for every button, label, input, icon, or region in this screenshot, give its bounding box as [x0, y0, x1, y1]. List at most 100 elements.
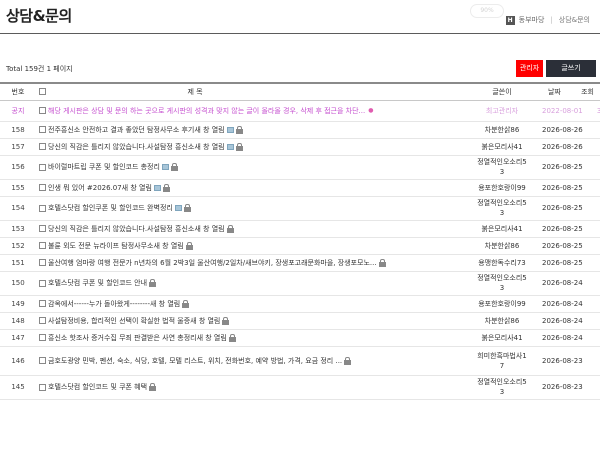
row-checkbox[interactable]: [38, 259, 46, 266]
row-checkbox[interactable]: [38, 357, 46, 364]
post-subject-link[interactable]: 호텔스닷컴 할인쿠폰 및 할인코드 완벽정리: [48, 204, 173, 212]
row-author[interactable]: 정열적인오소리5 3: [462, 375, 542, 400]
row-subject-cell: 당신의 직감은 틀리지 않았습니다.사설탐정 흥신소새 창 열림: [48, 138, 462, 156]
row-date: 2026-08-23: [542, 356, 583, 365]
row-author[interactable]: 용포한호랑이99: [462, 179, 542, 197]
post-subject-link[interactable]: 사설탐정비용, 합리적인 선택이 확실한 법적 울증새 창 열림: [48, 317, 220, 325]
table-row[interactable]: 146 금호도광양 민박, 펜션, 숙소, 식당, 호텔, 모텔 리스트, 위치,…: [0, 346, 600, 376]
post-subject-link[interactable]: 호텔스닷컴 할인코드 및 쿠폰 혜택: [48, 383, 147, 391]
post-subject-link[interactable]: 흥신소 핫조사 증거수집 무죄 판결받은 사연 총정리새 창 열림: [48, 334, 227, 342]
row-number: 148: [0, 312, 36, 330]
table-row[interactable]: 152 불륜 외도 전문 뉴라이프 탐정사무소새 창 열림 차분한삵86 2026-0…: [0, 237, 600, 255]
row-date: 2026-08-25: [542, 224, 583, 233]
row-checkbox[interactable]: [38, 317, 46, 324]
table-row[interactable]: 145 호텔스닷컴 할인코드 및 쿠폰 혜택 정열적인오소리5 3 2026-08-2…: [0, 375, 600, 400]
row-checkbox[interactable]: [38, 163, 46, 171]
row-checkbox[interactable]: [38, 184, 46, 191]
lock-icon: [185, 241, 193, 250]
row-number: 158: [0, 121, 36, 139]
row-checkbox-cell: [36, 155, 48, 180]
row-checkbox[interactable]: [38, 279, 46, 287]
post-subject-link[interactable]: 인생 뭐 있어 #2026.07새 창 열림: [48, 184, 152, 192]
table-row[interactable]: 148 사설탐정비용, 합리적인 선택이 확실한 법적 울증새 창 열림 차분한삵8…: [0, 312, 600, 330]
row-author[interactable]: 용맹한독수리73: [462, 254, 542, 272]
row-checkbox[interactable]: [38, 334, 46, 341]
row-checkbox[interactable]: [38, 225, 46, 232]
notice-row[interactable]: 공지 해당 게시판은 상담 및 문의 하는 곳으로 게시판의 성격과 맞지 않는…: [0, 100, 600, 122]
row-subject-cell: 호텔스닷컴 할인코드 및 쿠폰 혜택: [48, 375, 462, 400]
row-author[interactable]: 용포한호랑이99: [462, 295, 542, 313]
row-number: 146: [0, 346, 36, 376]
post-subject-link[interactable]: 금호도광양 민박, 펜션, 숙소, 식당, 호텔, 모텔 리스트, 위치, 전화…: [48, 357, 342, 365]
table-row[interactable]: 153 당신의 직감은 틀리지 않았습니다.사설탐정 흥신소새 창 열림 붉은모리사…: [0, 220, 600, 238]
notice-date: 2022-08-01: [542, 106, 583, 115]
row-author[interactable]: 붉은모리사41: [462, 220, 542, 238]
col-header-author: 글쓴이: [462, 82, 542, 101]
post-subject-link[interactable]: 당신의 직감은 틀리지 않았습니다.사설탐정 흥신소새 창 열림: [48, 225, 225, 233]
table-row[interactable]: 149 감옥에서------누가 돌아왔게--------새 창 열림 용포한호랑이…: [0, 295, 600, 313]
row-checkbox[interactable]: [38, 107, 46, 114]
post-subject-link[interactable]: 바이럴마트립 쿠폰 및 할인코드 총정리: [48, 163, 160, 171]
row-author[interactable]: 붉은모리사41: [462, 329, 542, 347]
row-date-views: 2026-08-241: [542, 329, 600, 347]
row-author[interactable]: 희미한흑마법사1 7: [462, 346, 542, 376]
row-number: 154: [0, 196, 36, 221]
row-checkbox[interactable]: [38, 383, 46, 391]
row-date-views: 2026-08-231: [542, 375, 600, 400]
row-author[interactable]: 정열적인오소리5 3: [462, 196, 542, 221]
table-row[interactable]: 151 울산여행 엄마랑 여행 전문가 n년차의 6월 2박3일 울산여행/2일차…: [0, 254, 600, 272]
col-header-date: 날짜: [547, 87, 561, 96]
breadcrumb: H 동부마당 | 상담&문의: [505, 15, 590, 25]
notice-subject-link[interactable]: 해당 게시판은 상담 및 문의 하는 곳으로 게시판의 성격과 맞지 않는 글이…: [48, 107, 365, 115]
row-date-views: 2026-08-251: [542, 196, 600, 221]
select-all-checkbox[interactable]: [38, 88, 46, 96]
lock-icon: [378, 258, 386, 267]
breadcrumb-home[interactable]: 동부마당: [519, 15, 545, 25]
row-subject-cell: 당신의 직감은 틀리지 않았습니다.사설탐정 흥신소새 창 열림: [48, 220, 462, 238]
table-row[interactable]: 150 호텔스닷컴 쿠폰 및 할인코드 안내 정열적인오소리5 3 2026-08-2…: [0, 271, 600, 296]
write-button[interactable]: 글쓰기: [546, 60, 596, 77]
post-subject-link[interactable]: 호텔스닷컴 쿠폰 및 할인코드 안내: [48, 279, 147, 287]
table-row[interactable]: 154 호텔스닷컴 할인쿠폰 및 할인코드 완벽정리 정열적인오소리5 3 2026-…: [0, 196, 600, 221]
row-checkbox[interactable]: [38, 143, 46, 150]
row-date-views: 2026-08-242: [542, 295, 600, 313]
row-checkbox[interactable]: [38, 242, 46, 249]
row-author[interactable]: 차분한삵86: [462, 121, 542, 139]
post-subject-link[interactable]: 당신의 직감은 틀리지 않았습니다.사설탐정 흥신소새 창 열림: [48, 143, 225, 151]
row-number: 150: [0, 271, 36, 296]
post-subject-link[interactable]: 감옥에서------누가 돌아왔게--------새 창 열림: [48, 300, 180, 308]
row-number: 155: [0, 179, 36, 197]
lock-icon: [182, 299, 190, 308]
table-row[interactable]: 155 인생 뭐 있어 #2026.07새 창 열림 용포한호랑이99 2026-08…: [0, 179, 600, 197]
row-checkbox-cell: [36, 271, 48, 296]
row-date: 2026-08-26: [542, 142, 583, 151]
table-row[interactable]: 147 흥신소 핫조사 증거수집 무죄 판결받은 사연 총정리새 창 열림 붉은모리…: [0, 329, 600, 347]
notice-label: 공지: [0, 100, 36, 122]
lock-icon: [170, 163, 178, 171]
col-header-views: 조회: [581, 87, 594, 96]
lock-icon: [183, 204, 191, 212]
lock-icon: [222, 316, 230, 325]
row-checkbox[interactable]: [38, 204, 46, 212]
post-subject-link[interactable]: 전주흥신소 안전하고 결과 좋았던 탐정사무소 후기새 창 열림: [48, 126, 225, 134]
row-author[interactable]: 정열적인오소리5 3: [462, 155, 542, 180]
table-row[interactable]: 158 전주흥신소 안전하고 결과 좋았던 탐정사무소 후기새 창 열림 차분한삵8…: [0, 121, 600, 139]
row-author[interactable]: 정열적인오소리5 3: [462, 271, 542, 296]
table-row[interactable]: 157 당신의 직감은 틀리지 않았습니다.사설탐정 흥신소새 창 열림 붉은모리사…: [0, 138, 600, 156]
col-header-no: 번호: [0, 82, 36, 101]
row-date-views: 2026-08-231: [542, 346, 600, 376]
row-date-views: 2026-08-251: [542, 155, 600, 180]
row-checkbox[interactable]: [38, 300, 46, 307]
row-subject-cell: 전주흥신소 안전하고 결과 좋았던 탐정사무소 후기새 창 열림: [48, 121, 462, 139]
notice-author[interactable]: 최고관리자: [462, 100, 542, 122]
row-checkbox[interactable]: [38, 126, 46, 133]
zoom-indicator[interactable]: 90%: [470, 4, 504, 18]
home-icon[interactable]: H: [505, 15, 515, 25]
row-author[interactable]: 차분한삵86: [462, 312, 542, 330]
table-row[interactable]: 156 바이럴마트립 쿠폰 및 할인코드 총정리 정열적인오소리5 3 2026-08…: [0, 155, 600, 180]
row-author[interactable]: 붉은모리사41: [462, 138, 542, 156]
admin-button[interactable]: 관리자: [516, 60, 543, 77]
post-subject-link[interactable]: 불륜 외도 전문 뉴라이프 탐정사무소새 창 열림: [48, 242, 184, 250]
post-subject-link[interactable]: 울산여행 엄마랑 여행 전문가 n년차의 6월 2박3일 울산여행/2일차/새브…: [48, 259, 377, 267]
row-author[interactable]: 차분한삵86: [462, 237, 542, 255]
